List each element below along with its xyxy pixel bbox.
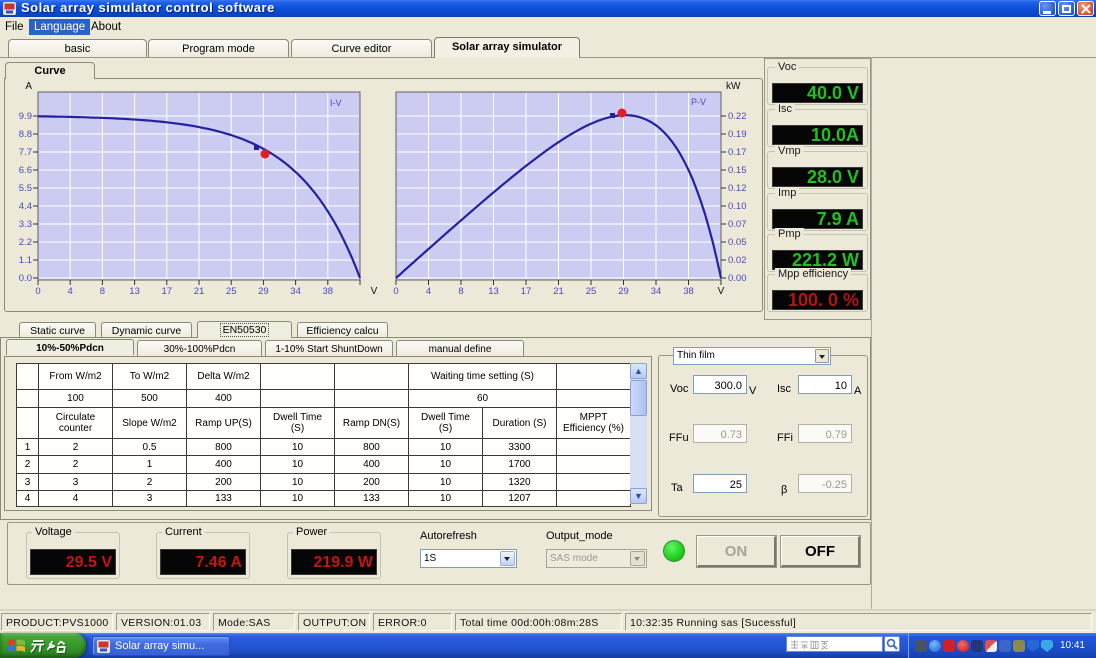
svg-text:34: 34 — [651, 286, 662, 297]
svg-text:3.3: 3.3 — [19, 219, 32, 230]
svg-text:6.6: 6.6 — [19, 165, 32, 176]
svg-text:A: A — [25, 81, 32, 92]
svg-text:0: 0 — [35, 286, 40, 297]
svg-text:29: 29 — [258, 286, 269, 297]
svg-text:0.00: 0.00 — [728, 273, 747, 284]
svg-text:0.07: 0.07 — [728, 219, 747, 230]
svg-text:9.9: 9.9 — [19, 111, 32, 122]
svg-text:38: 38 — [323, 286, 334, 297]
svg-text:8.8: 8.8 — [19, 129, 32, 140]
svg-text:21: 21 — [553, 286, 564, 297]
svg-text:0.05: 0.05 — [728, 237, 747, 248]
svg-text:0.15: 0.15 — [728, 165, 747, 176]
svg-text:4: 4 — [68, 286, 73, 297]
svg-text:0.10: 0.10 — [728, 201, 747, 212]
svg-text:34: 34 — [290, 286, 301, 297]
svg-text:17: 17 — [162, 286, 173, 297]
svg-text:38: 38 — [683, 286, 694, 297]
svg-text:V: V — [718, 286, 725, 297]
svg-text:P-V: P-V — [691, 97, 706, 107]
svg-text:0: 0 — [393, 286, 398, 297]
svg-text:13: 13 — [129, 286, 140, 297]
svg-text:0.17: 0.17 — [728, 147, 747, 158]
svg-text:29: 29 — [618, 286, 629, 297]
svg-text:0.02: 0.02 — [728, 255, 747, 266]
svg-text:25: 25 — [586, 286, 597, 297]
svg-text:I-V: I-V — [330, 98, 342, 108]
svg-text:8: 8 — [100, 286, 105, 297]
svg-text:kW: kW — [726, 81, 741, 92]
svg-text:8: 8 — [458, 286, 463, 297]
svg-text:0.12: 0.12 — [728, 183, 747, 194]
svg-text:0.0: 0.0 — [19, 273, 32, 284]
svg-text:21: 21 — [194, 286, 205, 297]
svg-text:0.22: 0.22 — [728, 111, 747, 122]
svg-text:7.7: 7.7 — [19, 147, 32, 158]
svg-text:1.1: 1.1 — [19, 255, 32, 266]
svg-text:4: 4 — [426, 286, 431, 297]
svg-text:25: 25 — [226, 286, 237, 297]
svg-text:13: 13 — [488, 286, 499, 297]
svg-text:0.19: 0.19 — [728, 129, 747, 140]
svg-text:17: 17 — [521, 286, 532, 297]
svg-text:V: V — [371, 286, 378, 297]
svg-text:2.2: 2.2 — [19, 237, 32, 248]
svg-text:4.4: 4.4 — [19, 201, 32, 212]
svg-text:5.5: 5.5 — [19, 183, 32, 194]
